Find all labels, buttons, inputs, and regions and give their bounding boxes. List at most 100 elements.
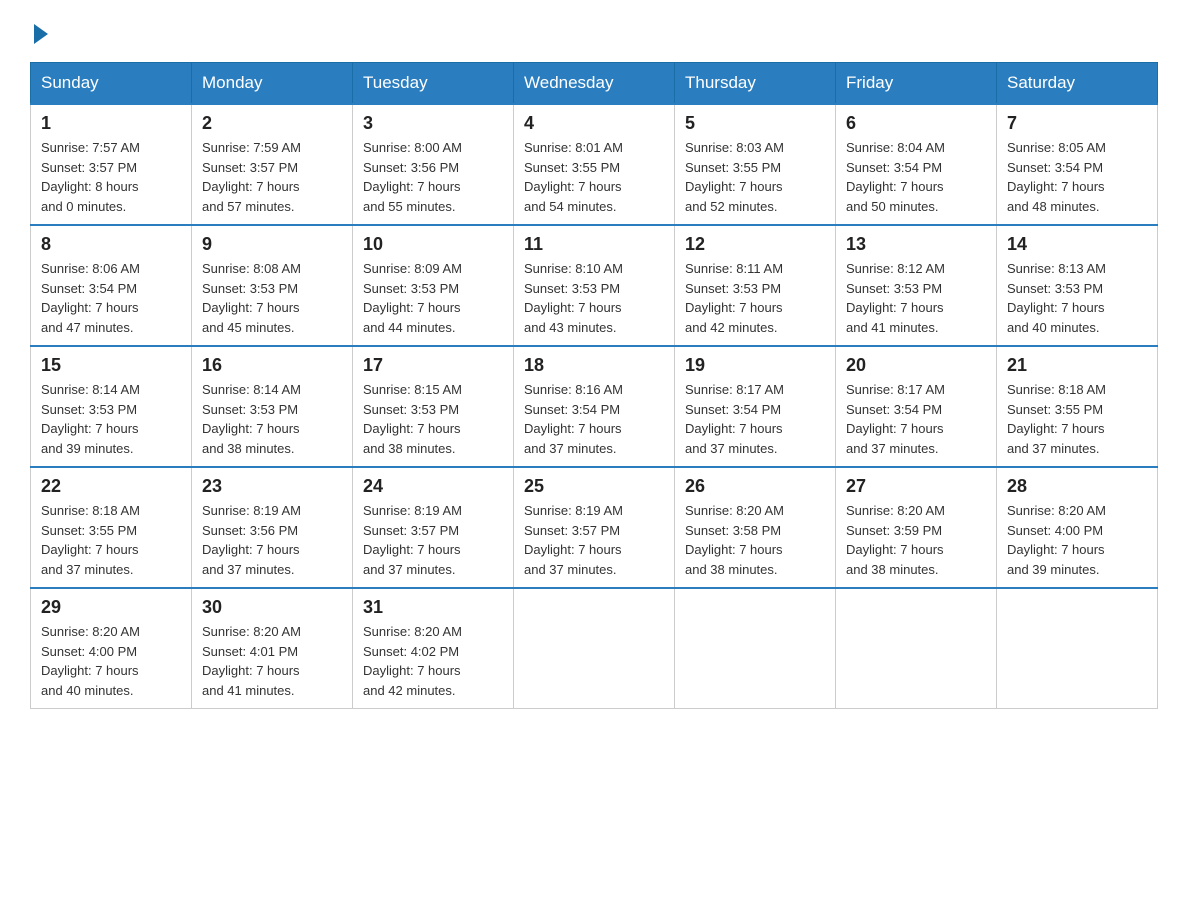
day-info: Sunrise: 7:59 AMSunset: 3:57 PMDaylight:… [202,138,342,216]
calendar-header-friday: Friday [836,63,997,105]
day-number: 9 [202,234,342,255]
calendar-cell: 20 Sunrise: 8:17 AMSunset: 3:54 PMDaylig… [836,346,997,467]
calendar-cell: 27 Sunrise: 8:20 AMSunset: 3:59 PMDaylig… [836,467,997,588]
day-number: 1 [41,113,181,134]
day-info: Sunrise: 8:19 AMSunset: 3:57 PMDaylight:… [363,501,503,579]
calendar-cell: 13 Sunrise: 8:12 AMSunset: 3:53 PMDaylig… [836,225,997,346]
day-number: 28 [1007,476,1147,497]
day-number: 21 [1007,355,1147,376]
day-number: 3 [363,113,503,134]
day-info: Sunrise: 8:09 AMSunset: 3:53 PMDaylight:… [363,259,503,337]
calendar-cell [514,588,675,709]
day-number: 24 [363,476,503,497]
day-info: Sunrise: 8:13 AMSunset: 3:53 PMDaylight:… [1007,259,1147,337]
day-number: 17 [363,355,503,376]
day-info: Sunrise: 8:12 AMSunset: 3:53 PMDaylight:… [846,259,986,337]
day-info: Sunrise: 8:03 AMSunset: 3:55 PMDaylight:… [685,138,825,216]
calendar-cell: 28 Sunrise: 8:20 AMSunset: 4:00 PMDaylig… [997,467,1158,588]
calendar-cell: 31 Sunrise: 8:20 AMSunset: 4:02 PMDaylig… [353,588,514,709]
day-info: Sunrise: 8:20 AMSunset: 4:02 PMDaylight:… [363,622,503,700]
calendar-cell: 6 Sunrise: 8:04 AMSunset: 3:54 PMDayligh… [836,104,997,225]
day-info: Sunrise: 8:08 AMSunset: 3:53 PMDaylight:… [202,259,342,337]
calendar-cell: 22 Sunrise: 8:18 AMSunset: 3:55 PMDaylig… [31,467,192,588]
logo-arrow-icon [34,24,48,44]
calendar-week-row: 8 Sunrise: 8:06 AMSunset: 3:54 PMDayligh… [31,225,1158,346]
day-info: Sunrise: 8:11 AMSunset: 3:53 PMDaylight:… [685,259,825,337]
calendar-cell: 26 Sunrise: 8:20 AMSunset: 3:58 PMDaylig… [675,467,836,588]
calendar-header-thursday: Thursday [675,63,836,105]
calendar-cell: 17 Sunrise: 8:15 AMSunset: 3:53 PMDaylig… [353,346,514,467]
day-number: 12 [685,234,825,255]
calendar-header-saturday: Saturday [997,63,1158,105]
day-info: Sunrise: 8:20 AMSunset: 3:59 PMDaylight:… [846,501,986,579]
calendar-week-row: 15 Sunrise: 8:14 AMSunset: 3:53 PMDaylig… [31,346,1158,467]
day-info: Sunrise: 7:57 AMSunset: 3:57 PMDaylight:… [41,138,181,216]
calendar-cell: 4 Sunrise: 8:01 AMSunset: 3:55 PMDayligh… [514,104,675,225]
calendar-cell: 29 Sunrise: 8:20 AMSunset: 4:00 PMDaylig… [31,588,192,709]
day-number: 14 [1007,234,1147,255]
day-info: Sunrise: 8:20 AMSunset: 3:58 PMDaylight:… [685,501,825,579]
day-number: 2 [202,113,342,134]
calendar-header-sunday: Sunday [31,63,192,105]
calendar-cell: 3 Sunrise: 8:00 AMSunset: 3:56 PMDayligh… [353,104,514,225]
day-info: Sunrise: 8:18 AMSunset: 3:55 PMDaylight:… [41,501,181,579]
day-number: 22 [41,476,181,497]
calendar-cell: 24 Sunrise: 8:19 AMSunset: 3:57 PMDaylig… [353,467,514,588]
day-number: 25 [524,476,664,497]
calendar-cell: 23 Sunrise: 8:19 AMSunset: 3:56 PMDaylig… [192,467,353,588]
day-number: 26 [685,476,825,497]
day-number: 11 [524,234,664,255]
calendar-cell: 11 Sunrise: 8:10 AMSunset: 3:53 PMDaylig… [514,225,675,346]
day-number: 13 [846,234,986,255]
calendar-cell: 9 Sunrise: 8:08 AMSunset: 3:53 PMDayligh… [192,225,353,346]
day-info: Sunrise: 8:18 AMSunset: 3:55 PMDaylight:… [1007,380,1147,458]
day-info: Sunrise: 8:00 AMSunset: 3:56 PMDaylight:… [363,138,503,216]
logo [30,20,48,44]
day-info: Sunrise: 8:19 AMSunset: 3:56 PMDaylight:… [202,501,342,579]
day-info: Sunrise: 8:01 AMSunset: 3:55 PMDaylight:… [524,138,664,216]
calendar-cell: 14 Sunrise: 8:13 AMSunset: 3:53 PMDaylig… [997,225,1158,346]
calendar-table: SundayMondayTuesdayWednesdayThursdayFrid… [30,62,1158,709]
calendar-cell: 25 Sunrise: 8:19 AMSunset: 3:57 PMDaylig… [514,467,675,588]
day-info: Sunrise: 8:05 AMSunset: 3:54 PMDaylight:… [1007,138,1147,216]
day-info: Sunrise: 8:20 AMSunset: 4:01 PMDaylight:… [202,622,342,700]
day-info: Sunrise: 8:04 AMSunset: 3:54 PMDaylight:… [846,138,986,216]
calendar-cell: 18 Sunrise: 8:16 AMSunset: 3:54 PMDaylig… [514,346,675,467]
day-info: Sunrise: 8:20 AMSunset: 4:00 PMDaylight:… [1007,501,1147,579]
day-info: Sunrise: 8:19 AMSunset: 3:57 PMDaylight:… [524,501,664,579]
day-info: Sunrise: 8:20 AMSunset: 4:00 PMDaylight:… [41,622,181,700]
day-number: 31 [363,597,503,618]
day-info: Sunrise: 8:17 AMSunset: 3:54 PMDaylight:… [685,380,825,458]
page-header [30,20,1158,44]
day-info: Sunrise: 8:14 AMSunset: 3:53 PMDaylight:… [41,380,181,458]
day-number: 4 [524,113,664,134]
calendar-cell [675,588,836,709]
day-info: Sunrise: 8:14 AMSunset: 3:53 PMDaylight:… [202,380,342,458]
day-number: 18 [524,355,664,376]
calendar-cell [997,588,1158,709]
day-number: 30 [202,597,342,618]
day-number: 19 [685,355,825,376]
calendar-cell: 5 Sunrise: 8:03 AMSunset: 3:55 PMDayligh… [675,104,836,225]
day-number: 6 [846,113,986,134]
calendar-header-row: SundayMondayTuesdayWednesdayThursdayFrid… [31,63,1158,105]
calendar-cell: 30 Sunrise: 8:20 AMSunset: 4:01 PMDaylig… [192,588,353,709]
calendar-cell: 12 Sunrise: 8:11 AMSunset: 3:53 PMDaylig… [675,225,836,346]
day-number: 23 [202,476,342,497]
calendar-cell: 21 Sunrise: 8:18 AMSunset: 3:55 PMDaylig… [997,346,1158,467]
calendar-week-row: 22 Sunrise: 8:18 AMSunset: 3:55 PMDaylig… [31,467,1158,588]
day-number: 7 [1007,113,1147,134]
day-number: 20 [846,355,986,376]
calendar-week-row: 1 Sunrise: 7:57 AMSunset: 3:57 PMDayligh… [31,104,1158,225]
day-number: 27 [846,476,986,497]
calendar-cell: 7 Sunrise: 8:05 AMSunset: 3:54 PMDayligh… [997,104,1158,225]
calendar-cell: 8 Sunrise: 8:06 AMSunset: 3:54 PMDayligh… [31,225,192,346]
calendar-cell: 19 Sunrise: 8:17 AMSunset: 3:54 PMDaylig… [675,346,836,467]
day-number: 15 [41,355,181,376]
calendar-cell: 2 Sunrise: 7:59 AMSunset: 3:57 PMDayligh… [192,104,353,225]
day-info: Sunrise: 8:15 AMSunset: 3:53 PMDaylight:… [363,380,503,458]
calendar-header-tuesday: Tuesday [353,63,514,105]
calendar-cell: 15 Sunrise: 8:14 AMSunset: 3:53 PMDaylig… [31,346,192,467]
day-number: 29 [41,597,181,618]
day-info: Sunrise: 8:10 AMSunset: 3:53 PMDaylight:… [524,259,664,337]
